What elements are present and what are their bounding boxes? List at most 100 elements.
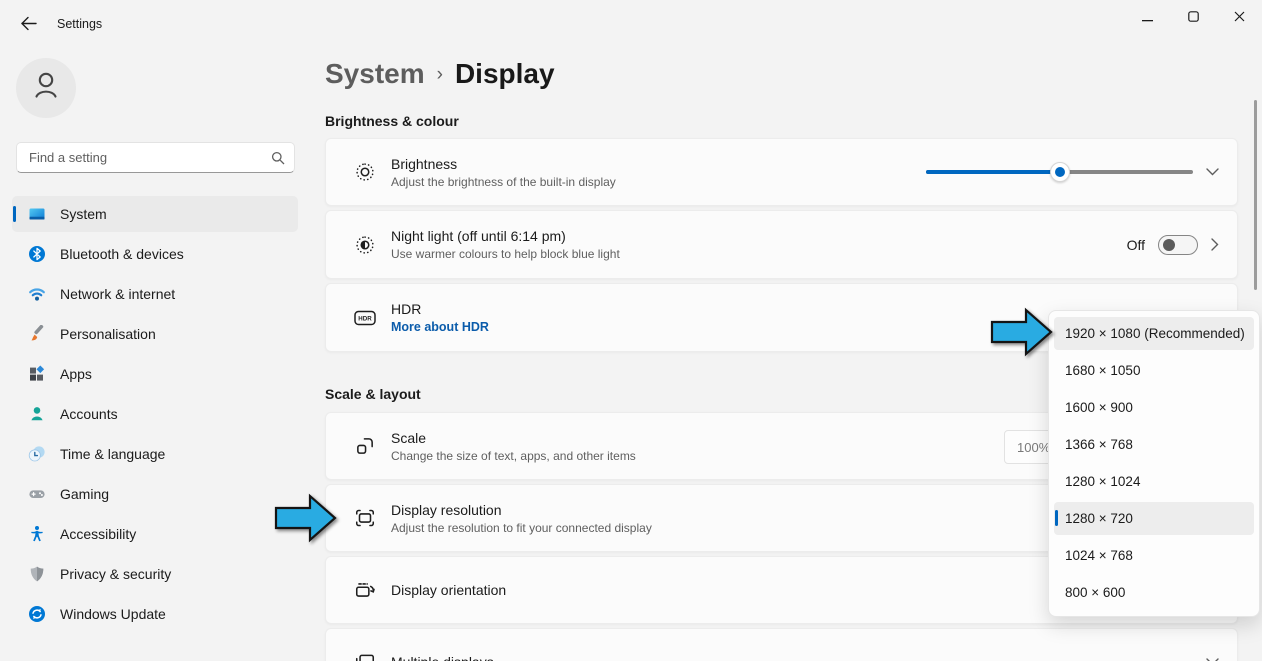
display-orientation-title: Display orientation xyxy=(391,582,506,598)
wifi-icon xyxy=(28,285,46,303)
brightness-title: Brightness xyxy=(391,156,616,172)
resolution-dropdown: 1920 × 1080 (Recommended) 1680 × 1050 16… xyxy=(1048,310,1260,617)
sidebar-item-windows-update[interactable]: Windows Update xyxy=(12,596,298,632)
night-light-row[interactable]: Night light (off until 6:14 pm) Use warm… xyxy=(325,210,1238,279)
multiple-displays-icon xyxy=(354,651,376,661)
back-button[interactable] xyxy=(13,11,43,39)
gamepad-icon xyxy=(28,485,46,503)
more-about-hdr-link[interactable]: More about HDR xyxy=(391,320,489,334)
hdr-title: HDR xyxy=(391,301,489,317)
resolution-option-1280x720[interactable]: 1280 × 720 xyxy=(1054,502,1254,535)
sidebar-item-bluetooth-devices[interactable]: Bluetooth & devices xyxy=(12,236,298,272)
app-title: Settings xyxy=(57,17,102,31)
breadcrumb-parent[interactable]: System xyxy=(325,58,425,90)
display-orientation-icon xyxy=(354,579,376,601)
paintbrush-icon xyxy=(28,325,46,343)
sync-icon xyxy=(28,605,46,623)
page-title: Display xyxy=(455,58,555,90)
sidebar-item-label: Time & language xyxy=(60,446,165,462)
multiple-displays-title: Multiple displays xyxy=(391,654,494,661)
section-header-brightness-colour: Brightness & colour xyxy=(325,113,459,129)
breadcrumb: System › Display xyxy=(325,58,555,90)
brightness-expand-button[interactable] xyxy=(1206,168,1219,176)
option-label: 1024 × 768 xyxy=(1065,548,1133,563)
sidebar-item-personalisation[interactable]: Personalisation xyxy=(12,316,298,352)
resolution-option-1680x1050[interactable]: 1680 × 1050 xyxy=(1054,354,1254,387)
system-icon xyxy=(28,205,46,223)
sidebar-item-accounts[interactable]: Accounts xyxy=(12,396,298,432)
night-light-chevron-right-icon xyxy=(1211,238,1219,251)
sidebar-item-label: Bluetooth & devices xyxy=(60,246,184,262)
option-label: 1600 × 900 xyxy=(1065,400,1133,415)
sidebar-item-privacy-security[interactable]: Privacy & security xyxy=(12,556,298,592)
accounts-icon xyxy=(28,405,46,423)
accessibility-icon xyxy=(28,525,46,543)
svg-text:HDR: HDR xyxy=(358,315,372,322)
apps-icon xyxy=(28,365,46,383)
breadcrumb-chevron-icon: › xyxy=(437,64,443,86)
close-button[interactable] xyxy=(1216,0,1262,34)
sidebar-item-label: Windows Update xyxy=(60,606,166,622)
section-header-scale-layout: Scale & layout xyxy=(325,386,421,402)
toggle-knob xyxy=(1163,239,1175,251)
sidebar-item-label: Accounts xyxy=(60,406,118,422)
annotation-arrow-dropdown-icon xyxy=(988,306,1056,358)
maximize-icon xyxy=(1188,10,1199,25)
option-label: 1280 × 720 xyxy=(1065,511,1133,526)
clock-globe-icon xyxy=(28,445,46,463)
resolution-option-800x600[interactable]: 800 × 600 xyxy=(1054,576,1254,609)
annotation-arrow-resolution-icon xyxy=(272,492,340,544)
sidebar-item-label: Network & internet xyxy=(60,286,175,302)
minimize-button[interactable] xyxy=(1124,0,1170,34)
brightness-slider-thumb[interactable] xyxy=(1050,162,1070,182)
brightness-subtitle: Adjust the brightness of the built-in di… xyxy=(391,175,616,189)
display-resolution-title: Display resolution xyxy=(391,502,652,518)
brightness-slider[interactable] xyxy=(926,162,1193,182)
sidebar-item-system[interactable]: System xyxy=(12,196,298,232)
user-icon xyxy=(24,64,68,113)
resolution-option-1366x768[interactable]: 1366 × 768 xyxy=(1054,428,1254,461)
option-label: 1920 × 1080 (Recommended) xyxy=(1065,326,1245,341)
resolution-option-1600x900[interactable]: 1600 × 900 xyxy=(1054,391,1254,424)
search-box xyxy=(16,142,295,173)
option-label: 1680 × 1050 xyxy=(1065,363,1140,378)
night-light-title: Night light (off until 6:14 pm) xyxy=(391,228,620,244)
sidebar-item-label: Apps xyxy=(60,366,92,382)
sidebar-item-label: System xyxy=(60,206,107,222)
multiple-displays-row: Multiple displays xyxy=(325,628,1238,661)
sidebar-item-network-internet[interactable]: Network & internet xyxy=(12,276,298,312)
back-arrow-icon xyxy=(20,16,37,34)
night-light-toggle-label: Off xyxy=(1127,237,1145,253)
search-input[interactable] xyxy=(17,143,294,172)
brightness-icon xyxy=(354,161,376,183)
display-resolution-subtitle: Adjust the resolution to fit your connec… xyxy=(391,521,652,535)
sidebar-item-accessibility[interactable]: Accessibility xyxy=(12,516,298,552)
brightness-row: Brightness Adjust the brightness of the … xyxy=(325,138,1238,206)
night-light-toggle[interactable] xyxy=(1158,235,1198,255)
titlebar: Settings xyxy=(0,0,1262,48)
sidebar-item-time-language[interactable]: Time & language xyxy=(12,436,298,472)
sidebar-item-label: Personalisation xyxy=(60,326,156,342)
minimize-icon xyxy=(1142,10,1153,25)
night-light-subtitle: Use warmer colours to help block blue li… xyxy=(391,247,620,261)
avatar xyxy=(16,58,76,118)
bluetooth-icon xyxy=(28,245,46,263)
sidebar-item-gaming[interactable]: Gaming xyxy=(12,476,298,512)
search-icon xyxy=(271,151,285,170)
option-label: 1366 × 768 xyxy=(1065,437,1133,452)
scale-icon xyxy=(354,435,376,457)
sidebar-item-apps[interactable]: Apps xyxy=(12,356,298,392)
resolution-option-1280x1024[interactable]: 1280 × 1024 xyxy=(1054,465,1254,498)
scrollbar[interactable] xyxy=(1254,100,1257,290)
sidebar-item-label: Gaming xyxy=(60,486,109,502)
maximize-button[interactable] xyxy=(1170,0,1216,34)
resolution-option-1024x768[interactable]: 1024 × 768 xyxy=(1054,539,1254,572)
option-label: 1280 × 1024 xyxy=(1065,474,1140,489)
scale-title: Scale xyxy=(391,430,636,446)
sidebar-item-label: Accessibility xyxy=(60,526,136,542)
brightness-slider-fill xyxy=(926,170,1060,174)
night-light-icon xyxy=(354,234,376,256)
settings-window: Settings xyxy=(0,0,1262,661)
scale-subtitle: Change the size of text, apps, and other… xyxy=(391,449,636,463)
resolution-option-1920x1080[interactable]: 1920 × 1080 (Recommended) xyxy=(1054,317,1254,350)
